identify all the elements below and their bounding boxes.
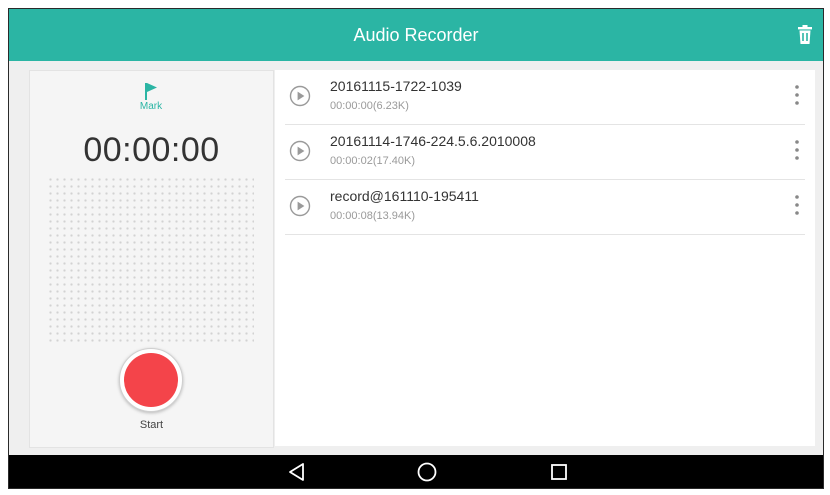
waveform-area bbox=[47, 176, 254, 346]
more-vert-icon[interactable] bbox=[789, 82, 805, 110]
elapsed-timer: 00:00:00 bbox=[83, 131, 220, 169]
play-icon[interactable] bbox=[289, 85, 311, 107]
mark-button[interactable]: Mark bbox=[126, 81, 176, 121]
system-nav-bar bbox=[9, 455, 823, 488]
app-window: Audio Recorder Mark 00:00:00 Start 20161… bbox=[8, 8, 824, 489]
recording-meta: 00:00:08(13.94K) bbox=[330, 210, 416, 222]
record-icon bbox=[124, 353, 178, 407]
recording-row[interactable]: record@161110-195411 00:00:08(13.94K) bbox=[275, 180, 815, 235]
recording-row[interactable]: 20161115-1722-1039 00:00:00(6.23K) bbox=[275, 70, 815, 125]
recording-name: record@161110-195411 bbox=[330, 188, 479, 204]
recordings-list: 20161115-1722-1039 00:00:00(6.23K) 20161… bbox=[275, 70, 815, 446]
flag-icon bbox=[145, 83, 157, 100]
play-icon[interactable] bbox=[289, 195, 311, 217]
recorder-panel: Mark 00:00:00 Start bbox=[29, 70, 274, 448]
recording-meta: 00:00:02(17.40K) bbox=[330, 155, 416, 167]
trash-icon bbox=[798, 25, 812, 44]
recording-row[interactable]: 20161114-1746-224.5.6.2010008 00:00:02(1… bbox=[275, 125, 815, 180]
home-circle-icon[interactable] bbox=[415, 460, 439, 484]
recording-meta: 00:00:00(6.23K) bbox=[330, 100, 409, 112]
start-label: Start bbox=[139, 419, 164, 431]
record-button[interactable] bbox=[119, 348, 183, 412]
delete-button[interactable] bbox=[793, 23, 817, 47]
mark-label: Mark bbox=[139, 101, 163, 112]
recording-name: 20161114-1746-224.5.6.2010008 bbox=[330, 133, 536, 149]
row-divider bbox=[285, 234, 805, 235]
more-vert-icon[interactable] bbox=[789, 137, 805, 165]
recents-square-icon[interactable] bbox=[547, 460, 571, 484]
more-vert-icon[interactable] bbox=[789, 192, 805, 220]
page-title: Audio Recorder bbox=[353, 25, 479, 45]
play-icon[interactable] bbox=[289, 140, 311, 162]
back-triangle-icon[interactable] bbox=[285, 460, 309, 484]
recording-name: 20161115-1722-1039 bbox=[330, 78, 462, 94]
title-bar: Audio Recorder bbox=[9, 9, 823, 61]
